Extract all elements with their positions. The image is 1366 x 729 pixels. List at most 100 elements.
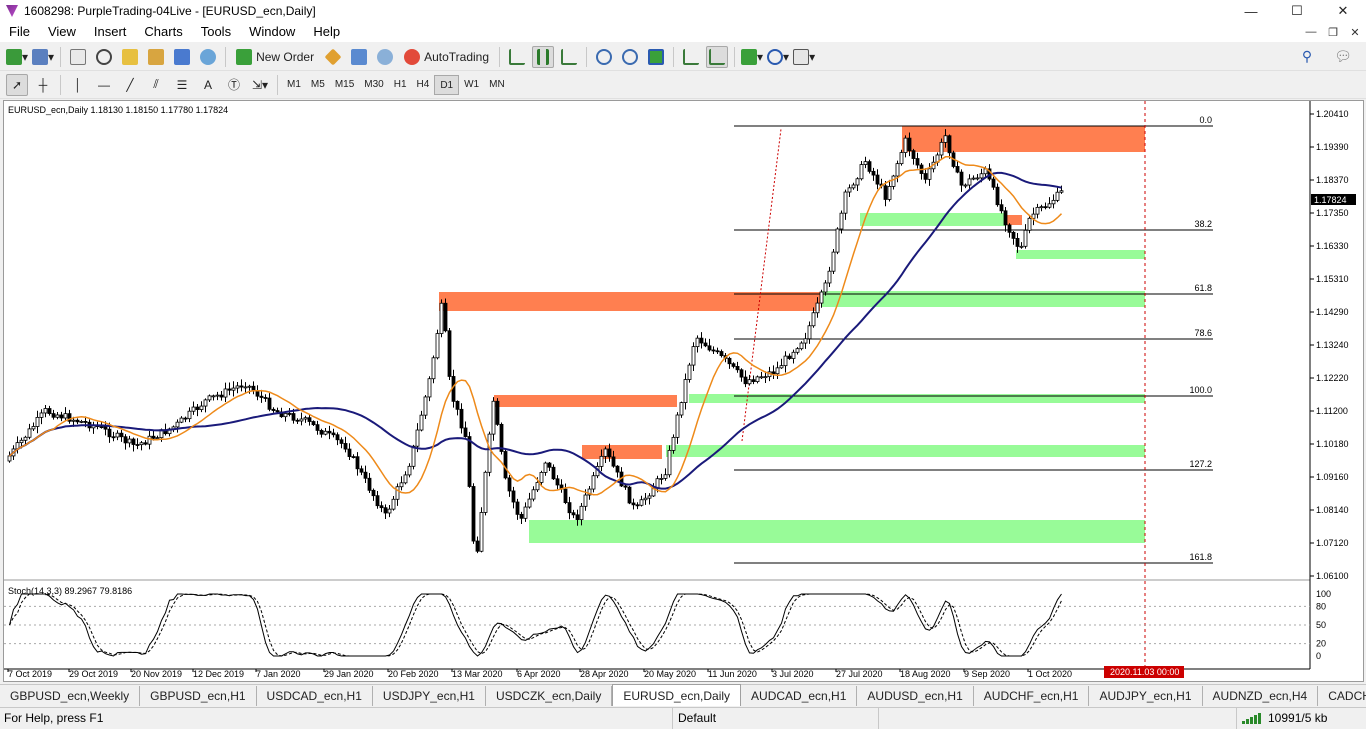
menu-file[interactable]: File	[0, 22, 39, 42]
line-chart-button[interactable]	[558, 46, 580, 68]
chart-window[interactable]: 0.0 38.2 61.8 78.6 100.0 127.2 161.8 EURUSD_ec…	[3, 100, 1364, 682]
terminal-button[interactable]	[145, 46, 167, 68]
options-button[interactable]	[348, 46, 370, 68]
templates-button[interactable]: ▾	[793, 46, 815, 68]
timeframe-mn[interactable]: MN	[484, 75, 510, 95]
data-window-button[interactable]	[93, 46, 115, 68]
candle-body	[1035, 206, 1040, 215]
cursor-tool[interactable]: ➚	[6, 73, 28, 96]
tab-audnzd-h4[interactable]: AUDNZD_ecn,H4	[1203, 686, 1319, 706]
channel-tool[interactable]: ⫽	[145, 74, 167, 96]
arrows-tool[interactable]: ⇲▾	[249, 74, 271, 96]
market-watch-button[interactable]	[67, 46, 89, 68]
candle-body	[119, 432, 124, 438]
tab-audcad-h1[interactable]: AUDCAD_ecn,H1	[741, 686, 858, 706]
timeframe-m15[interactable]: M15	[330, 75, 359, 95]
profiles-button[interactable]: ▾	[32, 46, 54, 68]
tab-audusd-h1[interactable]: AUDUSD_ecn,H1	[857, 686, 974, 706]
time-tick-label: 1 Oct 2020	[1028, 669, 1072, 679]
fibonacci-level-label: 161.8	[1189, 552, 1212, 562]
tab-cadchf[interactable]: CADCHF_e	[1318, 686, 1366, 706]
label-tool[interactable]: Ⓣ	[223, 74, 245, 96]
candle-body	[455, 400, 460, 410]
candle-body	[779, 365, 784, 369]
candle-body	[247, 385, 252, 388]
tester-button[interactable]	[171, 46, 193, 68]
candle-body	[547, 462, 552, 468]
candle-body	[331, 432, 336, 436]
tab-eurusd-daily[interactable]: EURUSD_ecn,Daily	[612, 684, 742, 706]
bar-chart-button[interactable]	[506, 46, 528, 68]
indicators-button[interactable]: ▾	[741, 46, 763, 68]
fibonacci-tool[interactable]: ☰	[171, 74, 193, 96]
candle-body	[795, 348, 800, 353]
supply-zone	[439, 292, 820, 311]
timeframe-h1[interactable]: H1	[389, 75, 412, 95]
signals-button[interactable]	[197, 46, 219, 68]
timeframe-h4[interactable]: H4	[412, 75, 435, 95]
chart-shift-button[interactable]	[680, 46, 702, 68]
new-chart-button[interactable]: ▾	[6, 46, 28, 68]
navigator-button[interactable]	[119, 46, 141, 68]
candle-body	[463, 427, 468, 437]
minimize-button[interactable]: —	[1228, 0, 1274, 22]
tile-windows-button[interactable]	[645, 46, 667, 68]
mdi-restore-button[interactable]: ❐	[1322, 26, 1344, 39]
tab-gbpusd-h1[interactable]: GBPUSD_ecn,H1	[140, 686, 257, 706]
timeframe-m30[interactable]: M30	[359, 75, 388, 95]
candle-body	[627, 486, 632, 504]
tab-audchf-h1[interactable]: AUDCHF_ecn,H1	[974, 686, 1090, 706]
crosshair-tool[interactable]: ┼	[32, 74, 54, 96]
candle-body	[347, 448, 352, 457]
periods-button[interactable]: ▾	[767, 46, 789, 68]
timeframe-m5[interactable]: M5	[306, 75, 330, 95]
vertical-line-tool[interactable]: │	[67, 74, 89, 96]
fibonacci-level-label: 127.2	[1189, 459, 1212, 469]
menu-insert[interactable]: Insert	[85, 22, 136, 42]
new-order-button[interactable]: New Order	[232, 46, 318, 68]
horizontal-line-tool[interactable]: —	[93, 74, 115, 96]
demand-zone	[860, 213, 1005, 226]
menu-tools[interactable]: Tools	[192, 22, 240, 42]
search-button[interactable]: ⚲	[1296, 46, 1318, 68]
mdi-close-button[interactable]: ✕	[1344, 26, 1366, 39]
tab-audjpy-h1[interactable]: AUDJPY_ecn,H1	[1089, 686, 1203, 706]
tab-usdczk-daily[interactable]: USDCZK_ecn,Daily	[486, 686, 613, 706]
zoom-out-button[interactable]	[619, 46, 641, 68]
menu-view[interactable]: View	[39, 22, 85, 42]
candle-body	[299, 418, 304, 422]
text-tool[interactable]: A	[197, 74, 219, 96]
trendline-tool[interactable]: ╱	[119, 74, 141, 96]
auto-scroll-button[interactable]	[706, 45, 729, 68]
tab-usdcad-h1[interactable]: USDCAD_ecn,H1	[257, 686, 373, 706]
candle-body	[107, 428, 112, 438]
timeframe-m1[interactable]: M1	[282, 75, 306, 95]
candle-body	[699, 337, 704, 344]
mdi-minimize-button[interactable]: —	[1300, 26, 1322, 39]
window-title: 1608298: PurpleTrading-04Live - [EURUSD_…	[24, 4, 316, 18]
menu-help[interactable]: Help	[304, 22, 349, 42]
chat-button[interactable]: 💬︎	[1332, 46, 1354, 68]
candle-body	[407, 465, 412, 476]
timeframe-d1[interactable]: D1	[434, 74, 460, 95]
menu-window[interactable]: Window	[240, 22, 304, 42]
maximize-button[interactable]: ☐	[1274, 0, 1320, 22]
candle-body	[471, 486, 476, 542]
arrow-icon: ⇲▾	[251, 77, 269, 92]
tab-gbpusd-weekly[interactable]: GBPUSD_ecn,Weekly	[0, 686, 141, 706]
close-button[interactable]: ✕	[1320, 0, 1366, 22]
time-tick-label: 7 Oct 2019	[8, 669, 52, 679]
history-button[interactable]	[374, 46, 396, 68]
tab-usdjpy-h1[interactable]: USDJPY_ecn,H1	[373, 686, 486, 706]
history-icon	[377, 48, 394, 65]
timeframe-w1[interactable]: W1	[459, 75, 484, 95]
metaeditor-button[interactable]	[322, 46, 344, 68]
autotrading-button[interactable]: AutoTrading	[400, 46, 493, 68]
zoom-in-button[interactable]	[593, 46, 615, 68]
candlestick-button[interactable]	[532, 45, 555, 68]
candle-body	[567, 502, 572, 514]
candle-body	[319, 430, 324, 435]
candle-body	[571, 512, 576, 516]
menu-charts[interactable]: Charts	[135, 22, 191, 42]
price-chart[interactable]: 0.0 38.2 61.8 78.6 100.0 127.2 161.8 EURUSD_ec…	[4, 101, 1363, 681]
